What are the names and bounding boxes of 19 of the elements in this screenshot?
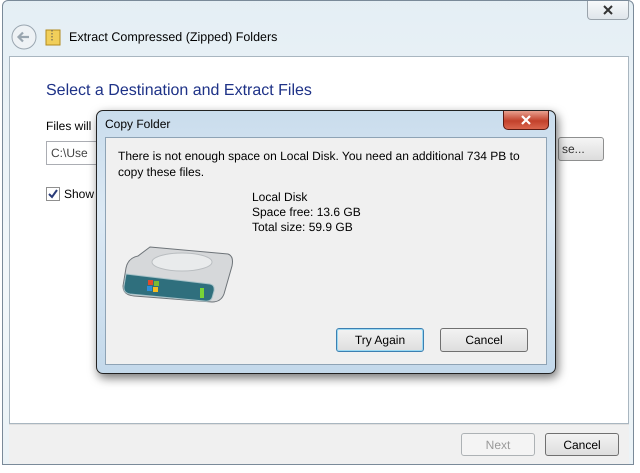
try-again-button[interactable]: Try Again: [336, 328, 424, 352]
destination-label: Files will: [46, 118, 92, 135]
close-icon: [602, 5, 614, 15]
space-free: Space free: 13.6 GB: [252, 205, 362, 220]
show-checkbox[interactable]: [46, 187, 60, 201]
close-icon: [520, 115, 532, 125]
disk-name: Local Disk: [252, 190, 308, 205]
close-button[interactable]: [503, 111, 549, 130]
zipped-folder-icon: [45, 28, 61, 46]
browse-button[interactable]: se...: [558, 137, 604, 161]
cancel-button[interactable]: Cancel: [545, 433, 619, 456]
error-message: There is not enough space on Local Disk. You need an additional 734 PB to copy these files.: [118, 148, 521, 180]
close-button[interactable]: [587, 1, 629, 20]
window-title: Extract Compressed (Zipped) Folders: [69, 28, 278, 46]
dialog-title: Copy Folder: [104, 116, 170, 133]
total-size: Total size: 59.9 GB: [252, 220, 354, 235]
cancel-button[interactable]: Cancel: [440, 328, 528, 352]
checkbox-label: Show: [64, 186, 94, 203]
page-heading: Select a Destination and Extract Files: [46, 81, 313, 101]
